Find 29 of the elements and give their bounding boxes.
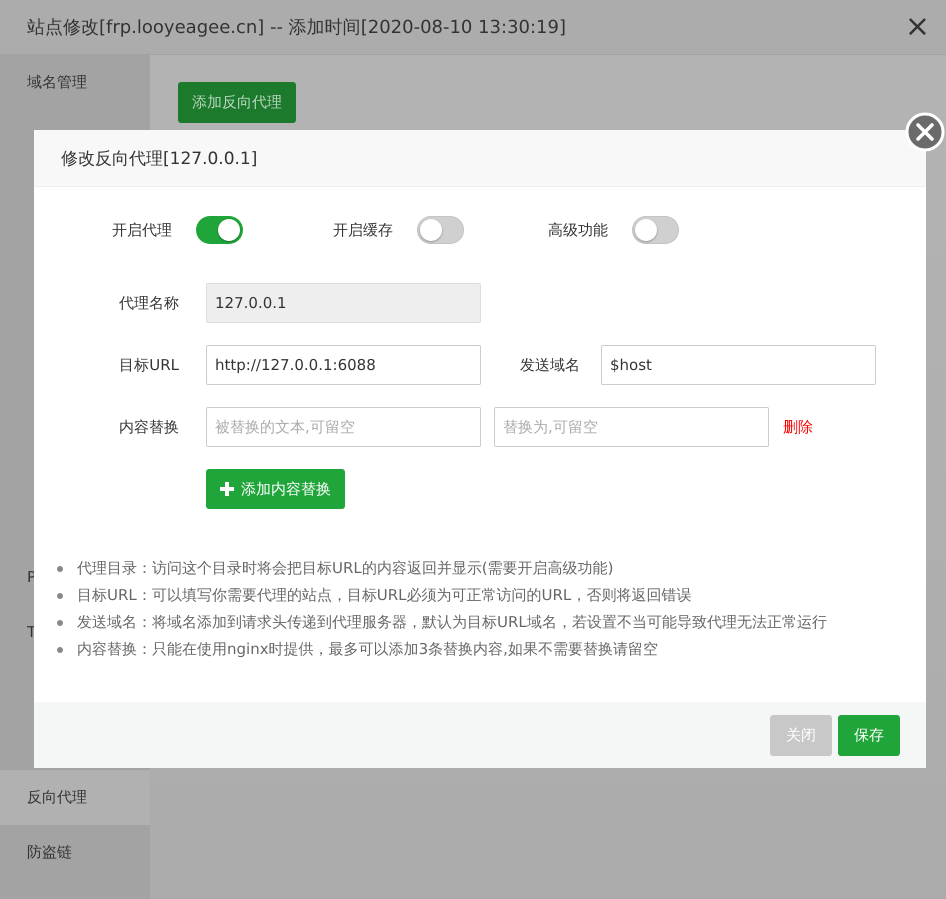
toggle-label: 高级功能 — [548, 220, 608, 240]
input-field[interactable]: 替换为,可留空 — [494, 407, 769, 447]
field-label: 内容替换 — [118, 418, 179, 436]
save-button[interactable]: 保存 — [838, 714, 900, 756]
add-proxy-button[interactable]: 添加反向代理 — [178, 82, 296, 123]
toggle-label: 开启代理 — [112, 220, 172, 240]
plus-icon — [220, 482, 234, 496]
sidebar-item[interactable]: 反向代理 — [0, 770, 150, 825]
help-text: 内容替换：只能在使用nginx时提供，最多可以添加3条替换内容,如果不需要替换请留空 — [77, 640, 658, 659]
field-label: 目标URL — [118, 356, 179, 374]
input-field[interactable]: http://127.0.0.1:6088 — [206, 345, 481, 385]
dialog-title: 修改反向代理[127.0.0.1] — [61, 148, 258, 170]
delete-link[interactable]: 删除 — [783, 418, 813, 436]
add-replace-button[interactable]: 添加内容替换 — [206, 469, 345, 509]
help-text: 目标URL：可以填写你需要代理的站点，目标URL必须为可正常访问的URL，否则将返回错误 — [77, 586, 692, 605]
close-button[interactable]: × — [898, 12, 936, 42]
input-field[interactable]: 被替换的文本,可留空 — [206, 407, 481, 447]
input-field[interactable]: $host — [601, 345, 876, 385]
toggle-switch[interactable] — [417, 216, 464, 244]
window-title: 站点修改[frp.looyeagee.cn] -- 添加时间[2020-08-10 13:30:19] — [27, 16, 566, 39]
toggle-switch[interactable] — [632, 216, 679, 244]
field-label: 代理名称 — [118, 294, 179, 312]
help-text: 发送域名：将域名添加到请求头传递到代理服务器，默认为目标URL域名，若设置不当可能导致代理无法正常运行 — [77, 613, 827, 632]
toggle-label: 开启缓存 — [333, 220, 393, 240]
toggle-switch[interactable] — [196, 216, 243, 244]
sidebar-item[interactable]: 域名管理 — [0, 55, 150, 110]
sidebar-item[interactable]: 防盗链 — [0, 825, 150, 880]
help-text: 代理目录：访问这个目录时将会把目标URL的内容返回并显示(需要开启高级功能) — [77, 559, 614, 578]
field-label: 发送域名 — [519, 356, 580, 374]
